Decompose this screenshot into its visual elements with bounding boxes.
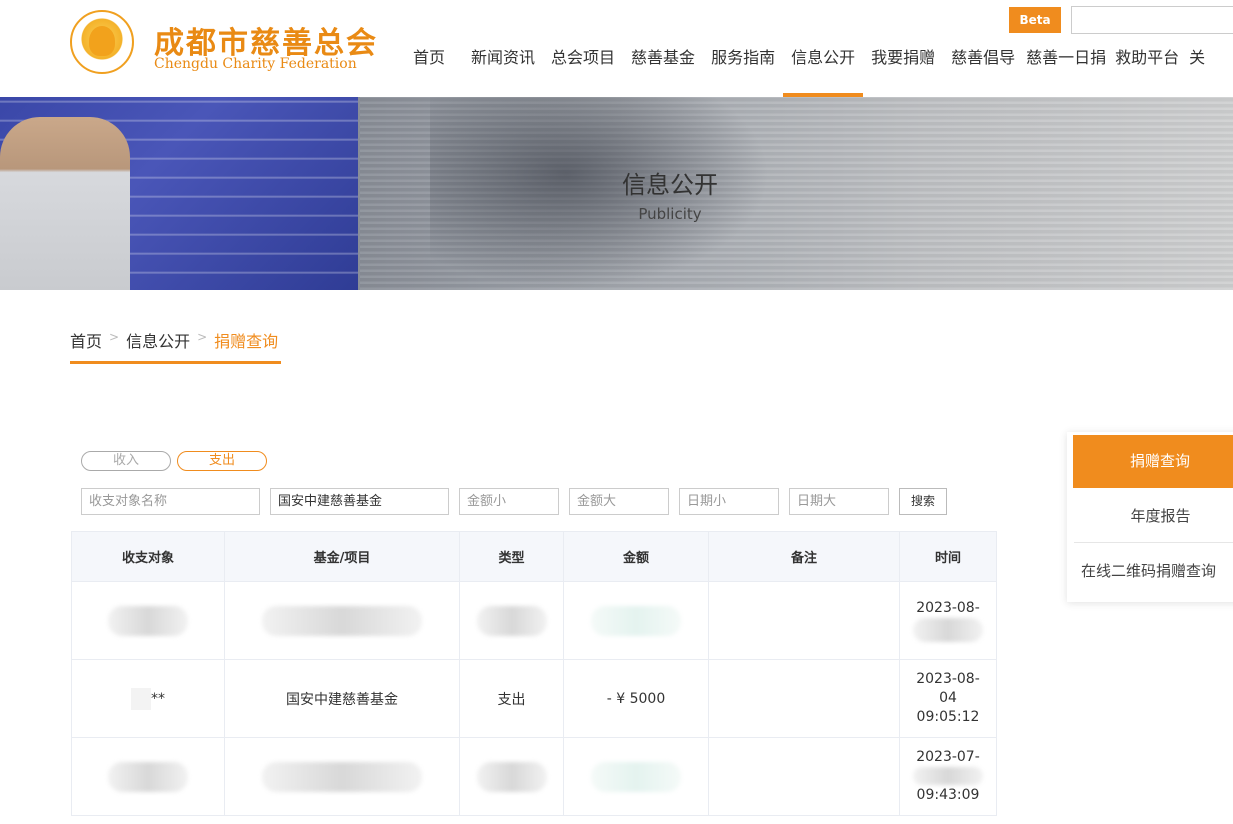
- banner-title: 信息公开: [622, 171, 718, 199]
- cell-time: 2023-08-: [899, 581, 997, 660]
- table-header-row: 收支对象 基金/项目 类型 金额 备注 时间: [71, 531, 997, 582]
- column-header-target: 收支对象: [71, 531, 225, 582]
- cell-note: [708, 659, 900, 738]
- cell-type: 支出: [459, 659, 564, 738]
- income-toggle-button[interactable]: 收入: [81, 451, 171, 471]
- table-row: 2023-07- 09:43:09: [71, 737, 997, 816]
- date-max-input[interactable]: 日期大: [789, 488, 889, 515]
- time-day-text: 04: [939, 690, 957, 706]
- cell-note: [708, 581, 900, 660]
- time-date-text: 2023-08-: [916, 671, 980, 687]
- cell-amount-redacted: [563, 581, 709, 660]
- date-min-input[interactable]: 日期小: [679, 488, 779, 515]
- charity-emblem-icon: [70, 10, 134, 74]
- cell-amount-redacted: [563, 737, 709, 816]
- amount-max-input[interactable]: 金额大: [569, 488, 669, 515]
- time-clock-text: 09:05:12: [916, 709, 980, 725]
- cell-type-redacted: [459, 737, 564, 816]
- breadcrumb-home[interactable]: 首页: [70, 328, 102, 352]
- breadcrumb-chevron-icon: >: [109, 330, 120, 344]
- side-menu: 捐赠查询 年度报告 在线二维码捐赠查询: [1067, 432, 1233, 602]
- nav-item-service-guide[interactable]: 服务指南: [703, 0, 783, 97]
- column-header-time: 时间: [899, 531, 997, 582]
- cell-target: **: [71, 659, 225, 738]
- cell-note: [708, 737, 900, 816]
- column-header-type: 类型: [459, 531, 564, 582]
- time-date-text: 2023-07-: [916, 749, 980, 765]
- nav-item-funds[interactable]: 慈善基金: [623, 0, 703, 97]
- column-header-note: 备注: [708, 531, 900, 582]
- time-clock-text: 09:43:09: [916, 787, 980, 803]
- fund-input[interactable]: 国安中建慈善基金: [270, 488, 449, 515]
- table-row: ** 国安中建慈善基金 支出 - ¥ 5000 2023-08- 04 09:0…: [71, 659, 997, 738]
- cell-time: 2023-08- 04 09:05:12: [899, 659, 997, 738]
- column-header-fund: 基金/项目: [224, 531, 460, 582]
- cell-type-redacted: [459, 581, 564, 660]
- breadcrumb: 首页 > 信息公开 > 捐赠查询: [70, 328, 281, 364]
- cell-fund: 国安中建慈善基金: [224, 659, 460, 738]
- nav-item-projects[interactable]: 总会项目: [543, 0, 623, 97]
- cell-target-redacted: [71, 581, 225, 660]
- site-search-input[interactable]: [1071, 6, 1233, 34]
- column-header-amount: 金额: [563, 531, 709, 582]
- side-item-annual-report[interactable]: 年度报告: [1074, 504, 1233, 543]
- masked-name-block: [131, 687, 151, 710]
- nav-item-home[interactable]: 首页: [405, 0, 453, 97]
- nav-item-donate[interactable]: 我要捐赠: [863, 0, 943, 97]
- side-item-donation-query[interactable]: 捐赠查询: [1073, 435, 1233, 488]
- nav-item-publicity[interactable]: 信息公开: [783, 0, 864, 97]
- banner-subtitle: Publicity: [638, 205, 702, 223]
- donation-table: 收支对象 基金/项目 类型 金额 备注 时间 2023-08- ** 国安中建慈…: [71, 531, 997, 816]
- amount-min-input[interactable]: 金额小: [459, 488, 559, 515]
- search-button[interactable]: 搜索: [899, 488, 947, 515]
- cell-target-text: **: [151, 690, 165, 707]
- side-item-qr-donation-query[interactable]: 在线二维码捐赠查询: [1067, 559, 1233, 583]
- table-row: 2023-08-: [71, 581, 997, 660]
- page-banner: 信息公开 Publicity: [0, 97, 1233, 290]
- site-logo[interactable]: 成都市慈善总会 Chengdu Charity Federation: [70, 10, 376, 80]
- target-name-input[interactable]: 收支对象名称: [81, 488, 260, 515]
- breadcrumb-current: 捐赠查询: [214, 332, 279, 351]
- logo-name-en: Chengdu Charity Federation: [154, 56, 357, 72]
- cell-time: 2023-07- 09:43:09: [899, 737, 997, 816]
- site-header: 成都市慈善总会 Chengdu Charity Federation 首页 新闻…: [0, 0, 1233, 97]
- beta-badge[interactable]: Beta: [1009, 7, 1061, 33]
- cell-fund-redacted: [224, 581, 460, 660]
- cell-amount: - ¥ 5000: [563, 659, 709, 738]
- breadcrumb-publicity[interactable]: 信息公开: [126, 328, 190, 352]
- time-date-text: 2023-08-: [916, 600, 980, 616]
- expense-toggle-button[interactable]: 支出: [177, 451, 267, 471]
- cell-target-redacted: [71, 737, 225, 816]
- nav-item-news[interactable]: 新闻资讯: [463, 0, 543, 97]
- breadcrumb-chevron-icon: >: [197, 330, 208, 344]
- cell-fund-redacted: [224, 737, 460, 816]
- banner-speaker-image: [0, 117, 130, 290]
